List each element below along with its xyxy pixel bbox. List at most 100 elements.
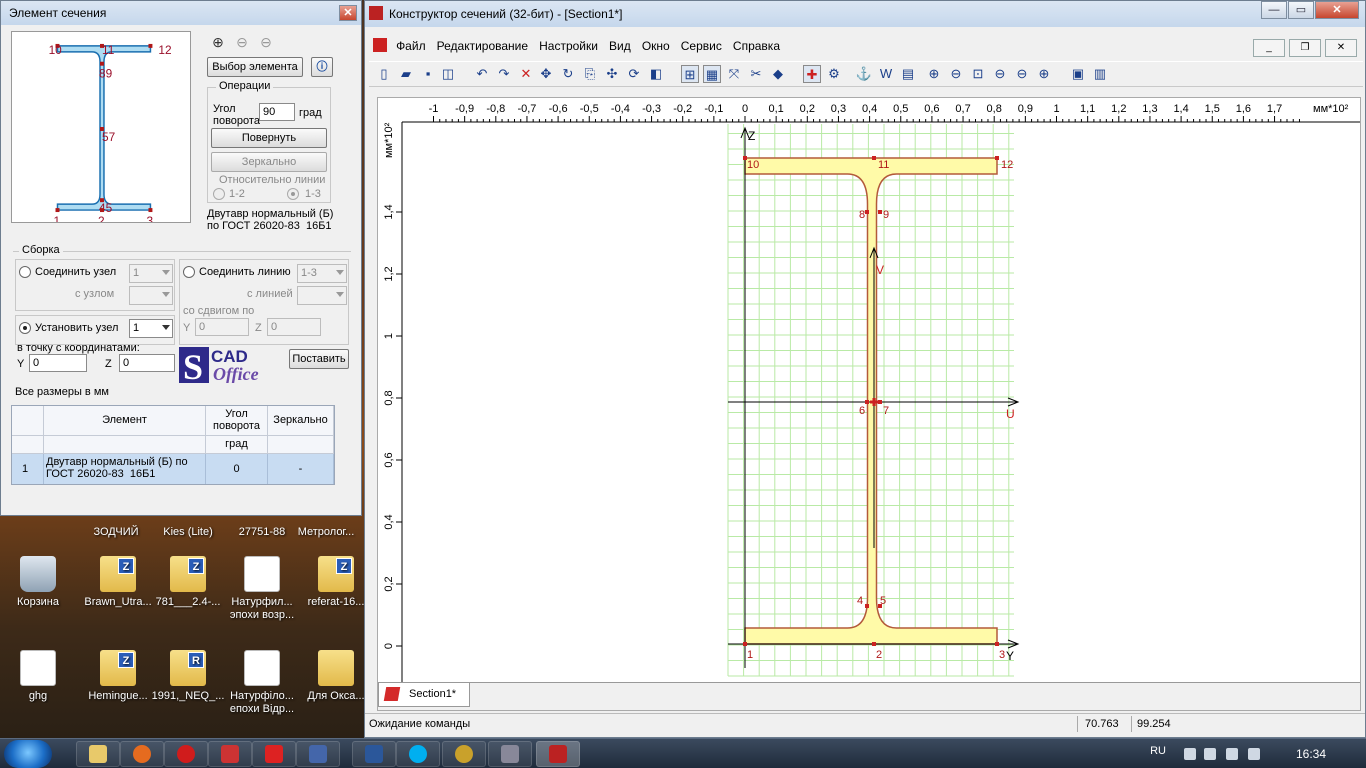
- info-icon[interactable]: ⓘ: [311, 57, 333, 77]
- shift-y-input[interactable]: 0: [195, 318, 249, 336]
- desktop-icon[interactable]: Для Окса...: [298, 650, 374, 703]
- angle-input[interactable]: 90: [259, 103, 295, 121]
- rotate-icon[interactable]: ↻: [559, 65, 577, 83]
- start-button[interactable]: [4, 740, 52, 768]
- tab-section1[interactable]: Section1*: [378, 683, 470, 707]
- zoom-in-icon[interactable]: ⊕: [925, 65, 943, 83]
- taskbar-app-b[interactable]: [252, 741, 296, 767]
- main-titlebar[interactable]: Конструктор сечений (32-бит) - [Section1…: [365, 1, 1365, 27]
- taskbar-app-d[interactable]: [442, 741, 486, 767]
- with-line-select[interactable]: [297, 286, 347, 305]
- cut-icon[interactable]: ✂: [747, 65, 765, 83]
- delete-icon[interactable]: ✕: [517, 65, 535, 83]
- refresh-icon[interactable]: ⟳: [625, 65, 643, 83]
- row-angle[interactable]: 0: [206, 454, 268, 484]
- point-icon[interactable]: ◆: [769, 65, 787, 83]
- join-node-radio[interactable]: [19, 266, 31, 278]
- z-coordinate-input[interactable]: 0: [119, 354, 175, 372]
- radio-1-2[interactable]: [213, 188, 225, 200]
- menu-service[interactable]: Сервис: [677, 33, 726, 53]
- move-icon[interactable]: ✥: [537, 65, 555, 83]
- row-element[interactable]: Двутавр нормальный (Б) по ГОСТ 26020-83 …: [44, 454, 206, 484]
- row-number[interactable]: 1: [12, 454, 44, 484]
- save-icon[interactable]: ▪: [419, 65, 437, 83]
- desktop-icon[interactable]: Натурфіло... епохи Відр...: [224, 650, 300, 716]
- taskbar-app-a[interactable]: [208, 741, 252, 767]
- with-node-select[interactable]: [129, 286, 173, 305]
- network-icon[interactable]: [1226, 748, 1238, 760]
- taskbar-app-c[interactable]: [296, 741, 340, 767]
- drawing-area[interactable]: -1 -0,9 -0,8 -0,7 -0,6 -0,5 -0,4 -0,3 -0,2 -0,1 0 0…: [377, 97, 1361, 711]
- zoom-out-icon[interactable]: ⊖: [231, 31, 253, 53]
- pan-icon[interactable]: ✣: [603, 65, 621, 83]
- maximize-button[interactable]: ▭: [1288, 1, 1314, 19]
- col-header-mirror[interactable]: Зеркально: [268, 406, 334, 436]
- place-button[interactable]: Поставить: [289, 349, 349, 369]
- y-coordinate-input[interactable]: 0: [29, 354, 87, 372]
- zoom-fit-icon[interactable]: ⊖: [255, 31, 277, 53]
- hook-icon[interactable]: ⚓: [855, 65, 873, 83]
- menu-help[interactable]: Справка: [729, 33, 784, 53]
- mdi-minimize-button[interactable]: _: [1253, 39, 1285, 57]
- copy-icon[interactable]: ⎘: [581, 65, 599, 83]
- mirror-button[interactable]: Зеркально: [211, 152, 327, 172]
- clock[interactable]: 16:34: [1296, 747, 1326, 761]
- open-icon[interactable]: ▰: [397, 65, 415, 83]
- zoom-box-icon[interactable]: ⊡: [969, 65, 987, 83]
- taskbar-skype[interactable]: [396, 741, 440, 767]
- set-node-radio[interactable]: [19, 322, 31, 334]
- menu-settings[interactable]: Настройки: [535, 33, 602, 53]
- radio-1-3[interactable]: [287, 188, 299, 200]
- snap-icon[interactable]: ⊞: [681, 65, 699, 83]
- cross-icon[interactable]: ✚: [803, 65, 821, 83]
- zoom-all-icon[interactable]: ⊖: [1013, 65, 1031, 83]
- select-element-button[interactable]: Выбор элемента: [207, 57, 303, 77]
- close-button[interactable]: ✕: [1315, 1, 1359, 19]
- zoom-fit-icon[interactable]: ⊕: [1035, 65, 1053, 83]
- taskbar-section-builder[interactable]: [536, 741, 580, 767]
- taskbar-opera[interactable]: [164, 741, 208, 767]
- grid-icon[interactable]: ▦: [703, 65, 721, 83]
- undo-icon[interactable]: ↶: [473, 65, 491, 83]
- desktop-icon[interactable]: Z 781___2.4-...: [150, 556, 226, 609]
- rotate-button[interactable]: Повернуть: [211, 128, 327, 148]
- desktop-icon[interactable]: Z Brawn_Utra...: [80, 556, 156, 609]
- taskbar-explorer[interactable]: [76, 741, 120, 767]
- menu-window[interactable]: Окно: [638, 33, 674, 53]
- row-mirror[interactable]: -: [268, 454, 334, 484]
- props-icon[interactable]: ◫: [439, 65, 457, 83]
- menu-view[interactable]: Вид: [605, 33, 635, 53]
- volume-icon[interactable]: [1248, 748, 1260, 760]
- col-header-angle[interactable]: Угол поворота: [206, 406, 268, 436]
- desktop-icon[interactable]: Zreferat-16...: [298, 556, 374, 609]
- section-canvas[interactable]: -1 -0,9 -0,8 -0,7 -0,6 -0,5 -0,4 -0,3 -0,2 -0,1 0 0…: [378, 98, 1360, 682]
- desktop-icon[interactable]: ghg: [0, 650, 76, 703]
- language-indicator[interactable]: RU: [1150, 745, 1166, 757]
- shift-z-input[interactable]: 0: [267, 318, 321, 336]
- dim-icon[interactable]: ⤧: [725, 65, 743, 83]
- panel-titlebar[interactable]: Элемент сечения ✕: [1, 1, 361, 25]
- minimize-button[interactable]: —: [1261, 1, 1287, 19]
- tray-flag-icon[interactable]: [1204, 748, 1216, 760]
- redo-icon[interactable]: ↷: [495, 65, 513, 83]
- mdi-restore-button[interactable]: ❐: [1289, 39, 1321, 57]
- zoom-prev-icon[interactable]: ⊖: [991, 65, 1009, 83]
- mirror-icon[interactable]: ◧: [647, 65, 665, 83]
- w-icon[interactable]: W: [877, 65, 895, 83]
- calc-icon[interactable]: ⚙: [825, 65, 843, 83]
- print-icon[interactable]: ▣: [1069, 65, 1087, 83]
- zoom-out-icon[interactable]: ⊖: [947, 65, 965, 83]
- color-icon[interactable]: ▤: [899, 65, 917, 83]
- desktop-icon[interactable]: R 1991,_NEQ_...: [150, 650, 226, 703]
- taskbar-word[interactable]: [352, 741, 396, 767]
- join-line-select[interactable]: 1-3: [297, 264, 347, 283]
- join-line-radio[interactable]: [183, 266, 195, 278]
- col-header-element[interactable]: Элемент: [44, 406, 206, 436]
- menu-edit[interactable]: Редактирование: [433, 33, 532, 53]
- taskbar-app-e[interactable]: [488, 741, 532, 767]
- join-node-select[interactable]: 1: [129, 264, 173, 283]
- desktop-icon[interactable]: Корзина: [0, 556, 76, 609]
- export-icon[interactable]: ▥: [1091, 65, 1109, 83]
- tray-arrow-icon[interactable]: [1184, 748, 1196, 760]
- desktop-icon[interactable]: Z Hemingue...: [80, 650, 156, 703]
